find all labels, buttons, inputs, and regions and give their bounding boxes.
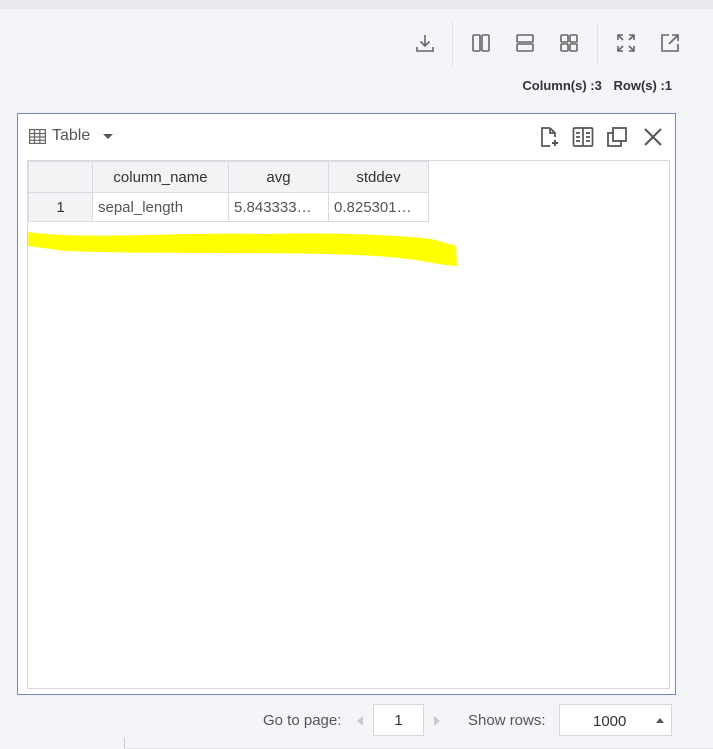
- result-toolbar: [0, 22, 713, 66]
- add-file-icon: [541, 127, 558, 147]
- top-strip: [0, 0, 713, 9]
- table-cell[interactable]: 0.825301…: [328, 192, 429, 222]
- table-panel: Table column_name avg stddev 1 sepal_len…: [17, 113, 676, 695]
- copy-button[interactable]: [603, 124, 631, 150]
- download-button[interactable]: [410, 30, 440, 56]
- external-link-icon: [661, 34, 679, 52]
- download-icon: [416, 35, 434, 52]
- column-settings-button[interactable]: [569, 124, 597, 150]
- settings-list-icon: [572, 127, 594, 147]
- table-row: 1 sepal_length 5.843333… 0.825301…: [28, 192, 429, 222]
- chevron-up-icon: [656, 718, 664, 723]
- highlighter-mark: [28, 232, 457, 266]
- visualization-select[interactable]: Table: [29, 127, 114, 145]
- grid-layout-button[interactable]: [554, 30, 584, 56]
- next-page-icon[interactable]: [434, 716, 440, 726]
- column-header[interactable]: column_name: [92, 161, 229, 193]
- show-rows-label: Show rows:: [468, 712, 546, 729]
- chevron-down-icon: [103, 133, 114, 139]
- rows-per-page-value: 1000: [593, 713, 627, 730]
- open-external-button[interactable]: [655, 30, 685, 56]
- pagination-bar: Go to page: Show rows: 1000: [0, 704, 713, 738]
- row-index: 1: [28, 192, 93, 222]
- add-file-button[interactable]: [535, 124, 563, 150]
- columns-icon: [472, 34, 490, 52]
- grid-icon: [560, 34, 578, 52]
- page-input[interactable]: [373, 704, 424, 736]
- expand-icon: [617, 34, 635, 52]
- rows-icon: [516, 34, 534, 52]
- column-header[interactable]: stddev: [328, 161, 429, 193]
- panel-header: Table: [18, 114, 675, 160]
- index-header: [28, 161, 93, 193]
- column-header[interactable]: avg: [228, 161, 329, 193]
- table-cell[interactable]: sepal_length: [92, 192, 229, 222]
- copy-icon: [607, 127, 627, 147]
- result-counts: Column(s) :3 Row(s) :1: [514, 78, 672, 93]
- results-table: column_name avg stddev 1 sepal_length 5.…: [28, 161, 429, 222]
- close-panel-button[interactable]: [639, 124, 667, 150]
- row-count: Row(s) :1: [613, 78, 673, 93]
- prev-page-icon[interactable]: [357, 716, 363, 726]
- table-header-row: column_name avg stddev: [28, 161, 429, 193]
- toolbar-divider: [452, 22, 453, 66]
- split-vertical-button[interactable]: [466, 30, 496, 56]
- column-count: Column(s) :3: [522, 78, 602, 93]
- table-icon: [29, 128, 46, 144]
- close-icon: [644, 128, 662, 146]
- goto-page-label: Go to page:: [263, 712, 342, 729]
- rows-per-page-select[interactable]: 1000: [559, 704, 672, 736]
- toolbar-divider: [597, 22, 598, 66]
- split-horizontal-button[interactable]: [510, 30, 540, 56]
- table-cell[interactable]: 5.843333…: [228, 192, 329, 222]
- fullscreen-button[interactable]: [611, 30, 641, 56]
- visualization-label: Table: [52, 127, 91, 144]
